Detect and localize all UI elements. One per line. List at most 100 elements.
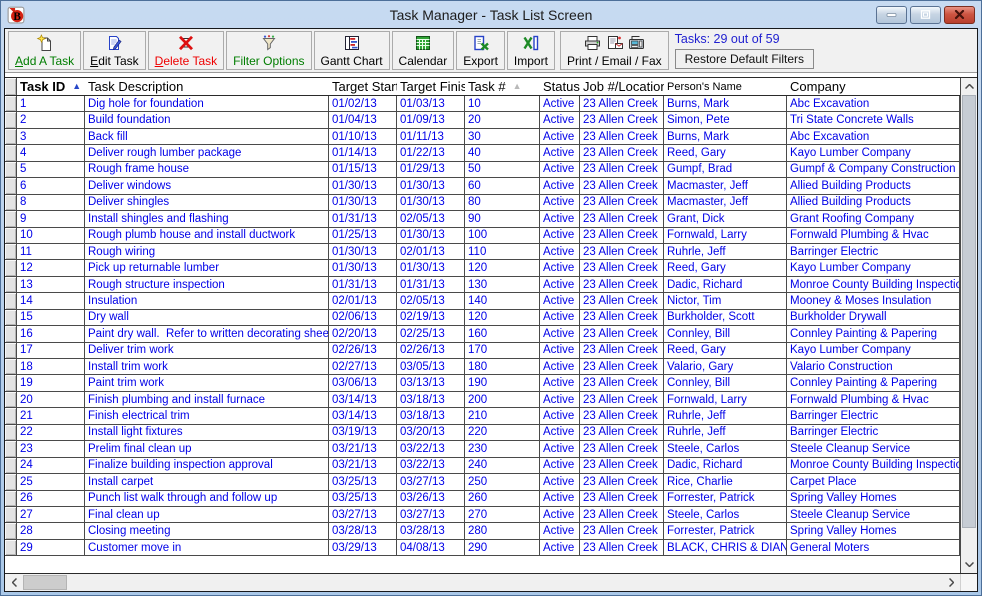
row-selector[interactable] — [5, 112, 17, 128]
cell-task-id: 14 — [17, 293, 85, 309]
column-header-target-finish[interactable]: Target Finish — [397, 78, 465, 95]
cell-task-description: Finish electrical trim — [85, 408, 329, 424]
table-row[interactable]: 14Insulation02/01/1302/05/13140Active23 … — [5, 293, 960, 309]
table-row[interactable]: 15Dry wall02/06/1302/19/13120Active23 Al… — [5, 310, 960, 326]
gantt-chart-button-icons — [343, 33, 361, 52]
row-selector[interactable] — [5, 178, 17, 194]
row-selector[interactable] — [5, 343, 17, 359]
print-email-fax-button[interactable]: Print / Email / Fax — [560, 31, 669, 70]
table-row[interactable]: 4Deliver rough lumber package01/14/1301/… — [5, 145, 960, 161]
table-row[interactable]: 11Rough wiring01/30/1302/01/13110Active2… — [5, 244, 960, 260]
task-number-header-label: Task # — [468, 79, 506, 94]
table-row[interactable]: 5Rough frame house01/15/1301/29/1350Acti… — [5, 162, 960, 178]
table-row[interactable]: 17Deliver trim work02/26/1302/26/13170Ac… — [5, 343, 960, 359]
row-selector[interactable] — [5, 441, 17, 457]
export-button[interactable]: Export — [456, 31, 505, 70]
row-selector[interactable] — [5, 408, 17, 424]
vertical-scroll-track[interactable] — [961, 95, 977, 556]
import-button[interactable]: Import — [507, 31, 555, 70]
vertical-scrollbar[interactable] — [960, 78, 977, 573]
horizontal-scrollbar[interactable] — [5, 574, 960, 591]
table-row[interactable]: 2Build foundation01/04/1301/09/1320Activ… — [5, 112, 960, 128]
row-selector[interactable] — [5, 375, 17, 391]
table-row[interactable]: 22Install light fixtures03/19/1303/20/13… — [5, 425, 960, 441]
column-header-status[interactable]: Status — [540, 78, 580, 95]
vertical-scroll-thumb[interactable] — [962, 95, 976, 528]
row-selector[interactable] — [5, 195, 17, 211]
table-row[interactable]: 19Paint trim work03/06/1303/13/13190Acti… — [5, 375, 960, 391]
table-row[interactable]: 1Dig hole for foundation01/02/1301/03/13… — [5, 96, 960, 112]
minimize-button[interactable] — [876, 6, 907, 24]
horizontal-scroll-thumb[interactable] — [23, 575, 67, 590]
row-selector[interactable] — [5, 145, 17, 161]
cell-target-start: 02/01/13 — [329, 293, 397, 309]
scroll-down-button[interactable] — [961, 556, 977, 573]
row-selector[interactable] — [5, 211, 17, 227]
column-header-target-start[interactable]: Target Start — [329, 78, 397, 95]
row-selector[interactable] — [5, 293, 17, 309]
scroll-left-button[interactable] — [5, 574, 23, 591]
row-selector[interactable] — [5, 277, 17, 293]
row-selector[interactable] — [5, 228, 17, 244]
edit-task-button[interactable]: Edit Task — [83, 31, 145, 70]
row-selector[interactable] — [5, 310, 17, 326]
filter-options-button[interactable]: Filter Options — [226, 31, 311, 70]
cell-target-finish: 03/18/13 — [397, 392, 465, 408]
row-selector[interactable] — [5, 162, 17, 178]
row-selector[interactable] — [5, 474, 17, 490]
cell-task-number: 120 — [465, 260, 540, 276]
table-row[interactable]: 26Punch list walk through and follow up0… — [5, 491, 960, 507]
row-selector[interactable] — [5, 507, 17, 523]
row-selector[interactable] — [5, 260, 17, 276]
table-row[interactable]: 20Finish plumbing and install furnace03/… — [5, 392, 960, 408]
cell-status: Active — [540, 244, 580, 260]
column-header-company[interactable]: Company — [787, 78, 960, 95]
row-selector[interactable] — [5, 244, 17, 260]
table-row[interactable]: 29Customer move in03/29/1304/08/13290Act… — [5, 540, 960, 556]
scroll-up-button[interactable] — [961, 78, 977, 95]
row-selector[interactable] — [5, 96, 17, 112]
horizontal-scroll-track[interactable] — [23, 574, 942, 591]
table-row[interactable]: 28Closing meeting03/28/1303/28/13280Acti… — [5, 523, 960, 539]
table-row[interactable]: 10Rough plumb house and install ductwork… — [5, 228, 960, 244]
row-selector[interactable] — [5, 392, 17, 408]
scroll-right-button[interactable] — [942, 574, 960, 591]
column-header-task-id[interactable]: Task ID▲ — [17, 78, 85, 95]
column-header-task-number[interactable]: Task #▲ — [465, 78, 540, 95]
close-button[interactable] — [944, 6, 975, 24]
row-selector[interactable] — [5, 523, 17, 539]
column-header-task-description[interactable]: Task Description — [85, 78, 329, 95]
table-row[interactable]: 21Finish electrical trim03/14/1303/18/13… — [5, 408, 960, 424]
table-row[interactable]: 25Install carpet03/25/1303/27/13250Activ… — [5, 474, 960, 490]
column-header-persons-name[interactable]: Person's Name — [664, 78, 787, 95]
cell-company: Valario Construction — [787, 359, 960, 375]
row-selector[interactable] — [5, 540, 17, 556]
row-selector[interactable] — [5, 425, 17, 441]
table-row[interactable]: 16Paint dry wall. Refer to written decor… — [5, 326, 960, 342]
table-row[interactable]: 12Pick up returnable lumber01/30/1301/30… — [5, 260, 960, 276]
table-row[interactable]: 23Prelim final clean up03/21/1303/22/132… — [5, 441, 960, 457]
delete-task-button[interactable]: Delete Task — [148, 31, 224, 70]
table-row[interactable]: 18Install trim work02/27/1303/05/13180Ac… — [5, 359, 960, 375]
cell-status: Active — [540, 458, 580, 474]
calendar-button[interactable]: Calendar — [392, 31, 455, 70]
row-selector[interactable] — [5, 359, 17, 375]
table-row[interactable]: 24Finalize building inspection approval0… — [5, 458, 960, 474]
table-row[interactable]: 6Deliver windows01/30/1301/30/1360Active… — [5, 178, 960, 194]
row-selector[interactable] — [5, 491, 17, 507]
column-header-job-location[interactable]: Job #/Location — [580, 78, 664, 95]
row-selector[interactable] — [5, 458, 17, 474]
add-a-task-button[interactable]: Add A Task — [8, 31, 81, 70]
cell-task-number: 250 — [465, 474, 540, 490]
row-selector[interactable] — [5, 129, 17, 145]
table-row[interactable]: 27Final clean up03/27/1303/27/13270Activ… — [5, 507, 960, 523]
restore-default-filters-button[interactable]: Restore Default Filters — [675, 49, 814, 69]
maximize-button[interactable] — [910, 6, 941, 24]
row-selector[interactable] — [5, 326, 17, 342]
cell-task-description: Rough structure inspection — [85, 277, 329, 293]
table-row[interactable]: 3Back fill01/10/1301/11/1330Active23 All… — [5, 129, 960, 145]
table-row[interactable]: 9Install shingles and flashing01/31/1302… — [5, 211, 960, 227]
gantt-chart-button[interactable]: Gantt Chart — [314, 31, 390, 70]
table-row[interactable]: 8Deliver shingles01/30/1301/30/1380Activ… — [5, 195, 960, 211]
table-row[interactable]: 13Rough structure inspection01/31/1301/3… — [5, 277, 960, 293]
